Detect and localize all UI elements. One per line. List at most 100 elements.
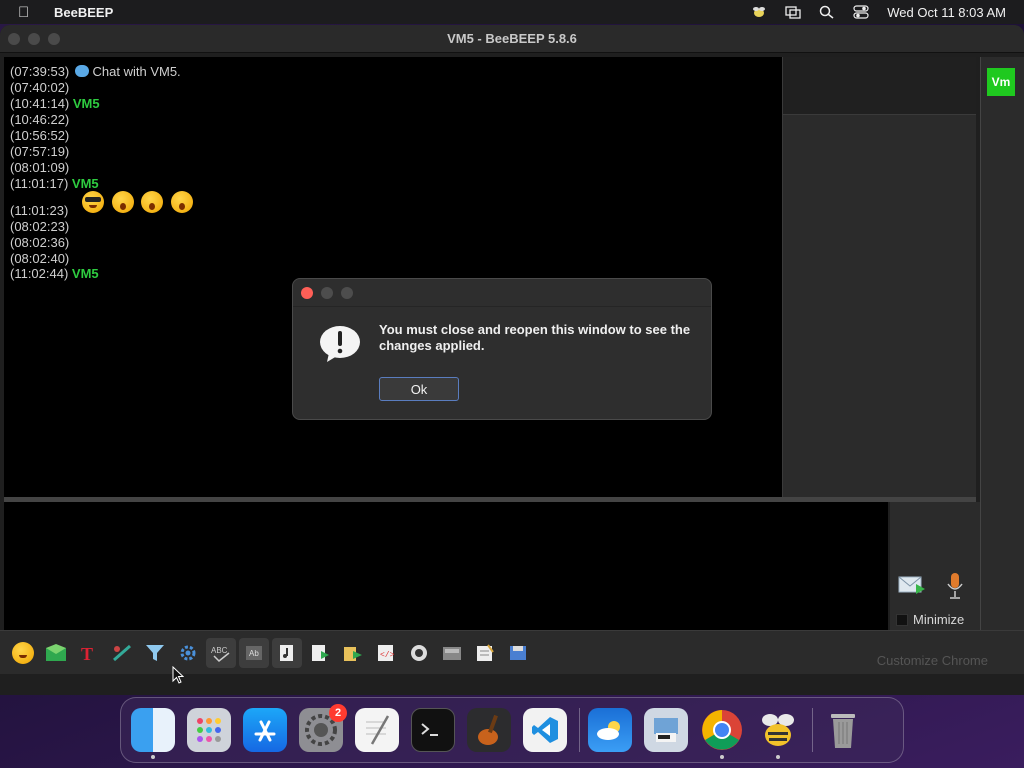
terminal-icon[interactable]: [411, 708, 455, 752]
share-folder-icon[interactable]: [338, 638, 368, 668]
chat-time: (08:02:36): [10, 235, 70, 250]
save-chat-icon[interactable]: [503, 638, 533, 668]
message-input[interactable]: [4, 502, 888, 630]
dock: 2: [120, 697, 904, 763]
dialog-titlebar[interactable]: [293, 279, 711, 307]
chat-line: (10:56:52): [10, 128, 69, 144]
system-settings-icon[interactable]: 2: [299, 704, 347, 752]
control-center-icon[interactable]: [853, 5, 869, 19]
chat-line: (11:01:23): [10, 203, 68, 219]
chat-line: (07:39:53) Chat with VM5.: [10, 64, 181, 80]
spellcheck-icon[interactable]: ABC: [206, 637, 236, 668]
user-avatar[interactable]: Vm: [987, 68, 1015, 96]
chat-time: (10:56:52): [10, 128, 70, 143]
chat-time: (10:41:14): [10, 96, 70, 111]
notification-badge: 2: [329, 704, 347, 722]
font-icon[interactable]: T: [74, 638, 104, 668]
chat-time: (11:01:17): [10, 176, 69, 191]
chat-toolbar: T ABC Ab </>: [0, 630, 1024, 674]
chat-time: (07:57:19): [10, 144, 70, 159]
menu-bar:  BeeBEEP Wed Oct 11 8:03 AM: [0, 0, 1024, 24]
window-title: VM5 - BeeBEEP 5.8.6: [447, 31, 577, 46]
screenshot-icon[interactable]: [437, 638, 467, 668]
chat-line: (08:02:36): [10, 235, 69, 251]
settings-gear-icon[interactable]: [173, 638, 203, 668]
svg-text:Ab: Ab: [249, 649, 259, 658]
chat-line: (10:41:14) VM5: [10, 96, 100, 112]
dictionary-icon[interactable]: Ab: [239, 637, 269, 668]
user-list-panel: [980, 57, 1024, 637]
send-mail-icon[interactable]: [898, 574, 926, 596]
document-icon[interactable]: [272, 637, 302, 668]
chat-time: (10:46:22): [10, 112, 70, 127]
finder-icon[interactable]: [131, 708, 175, 759]
chat-time: (08:02:40): [10, 251, 70, 266]
app-name[interactable]: BeeBEEP: [54, 5, 113, 20]
send-file-icon[interactable]: [41, 638, 71, 668]
mouse-cursor-icon: [172, 666, 184, 684]
window-titlebar[interactable]: VM5 - BeeBEEP 5.8.6: [0, 25, 1024, 53]
emoticons-button[interactable]: [8, 638, 38, 668]
chat-line: (11:01:17) VM5: [10, 176, 99, 192]
astonished-emoji-icon: [141, 191, 164, 213]
chat-user-name[interactable]: VM5: [73, 96, 100, 111]
emoji-row: [82, 191, 197, 213]
sunglasses-emoji-icon: [82, 191, 104, 213]
camera-icon[interactable]: [404, 638, 434, 668]
chat-time: (07:39:53): [10, 64, 70, 79]
textedit-icon[interactable]: [355, 708, 399, 752]
svg-text:ABC: ABC: [211, 646, 228, 655]
chat-bubble-icon: [74, 65, 89, 77]
svg-text:</>: </>: [380, 651, 395, 660]
trash-icon[interactable]: [821, 708, 865, 752]
chat-line: (08:01:09): [10, 160, 69, 176]
preview-icon[interactable]: [644, 708, 688, 752]
launchpad-icon[interactable]: [187, 708, 231, 752]
chat-line: (10:46:22): [10, 112, 69, 128]
dialog-zoom-button: [341, 286, 353, 299]
warning-icon: [320, 326, 360, 362]
svg-text:T: T: [81, 644, 93, 663]
chat-time: (08:01:09): [10, 160, 70, 175]
apple-icon[interactable]: : [18, 4, 36, 21]
beebeep-icon[interactable]: [756, 708, 800, 759]
chat-time: (11:02:44): [10, 266, 69, 281]
screen-mirroring-icon[interactable]: [785, 5, 801, 19]
chrome-icon[interactable]: [700, 708, 744, 759]
background-customize-chrome-text: Customize Chrome: [876, 653, 988, 668]
ok-button[interactable]: Ok: [379, 377, 459, 401]
filter-icon[interactable]: [140, 638, 170, 668]
visual-studio-code-icon[interactable]: [523, 708, 567, 752]
search-icon[interactable]: [819, 5, 835, 19]
alert-dialog: You must close and reopen this window to…: [292, 278, 712, 420]
app-store-icon[interactable]: [243, 708, 287, 752]
weather-icon[interactable]: [588, 708, 632, 752]
dialog-close-button[interactable]: [301, 286, 313, 299]
chat-time: (08:02:23): [10, 219, 70, 234]
garageband-icon[interactable]: [467, 708, 511, 752]
right-panel: [782, 57, 976, 497]
chat-line: (08:02:23): [10, 219, 69, 235]
color-icon[interactable]: [107, 638, 137, 668]
chat-line: (07:40:02): [10, 80, 69, 96]
notes-icon[interactable]: [470, 638, 500, 668]
dialog-message: You must close and reopen this window to…: [379, 322, 691, 353]
astonished-emoji-icon: [111, 191, 134, 213]
send-controls: Minimize: [890, 502, 980, 630]
chat-user-name[interactable]: VM5: [72, 266, 99, 281]
astonished-emoji-icon: [170, 191, 193, 213]
code-icon[interactable]: </>: [371, 638, 401, 668]
minimize-checkbox[interactable]: [896, 614, 908, 626]
chat-user-name[interactable]: VM5: [72, 176, 99, 191]
export-file-icon[interactable]: [305, 638, 335, 668]
datetime[interactable]: Wed Oct 11 8:03 AM: [887, 5, 1006, 20]
chat-line: (08:02:40): [10, 251, 69, 267]
microphone-icon[interactable]: [945, 572, 965, 600]
dock-separator: [812, 708, 813, 752]
chat-time: (11:01:23): [10, 203, 69, 218]
beebeep-status-icon[interactable]: [751, 5, 767, 19]
chat-time: (07:40:02): [10, 80, 70, 95]
right-panel-toolbar: [783, 57, 976, 115]
minimize-label: Minimize: [913, 612, 965, 627]
dialog-minimize-button: [321, 286, 333, 299]
